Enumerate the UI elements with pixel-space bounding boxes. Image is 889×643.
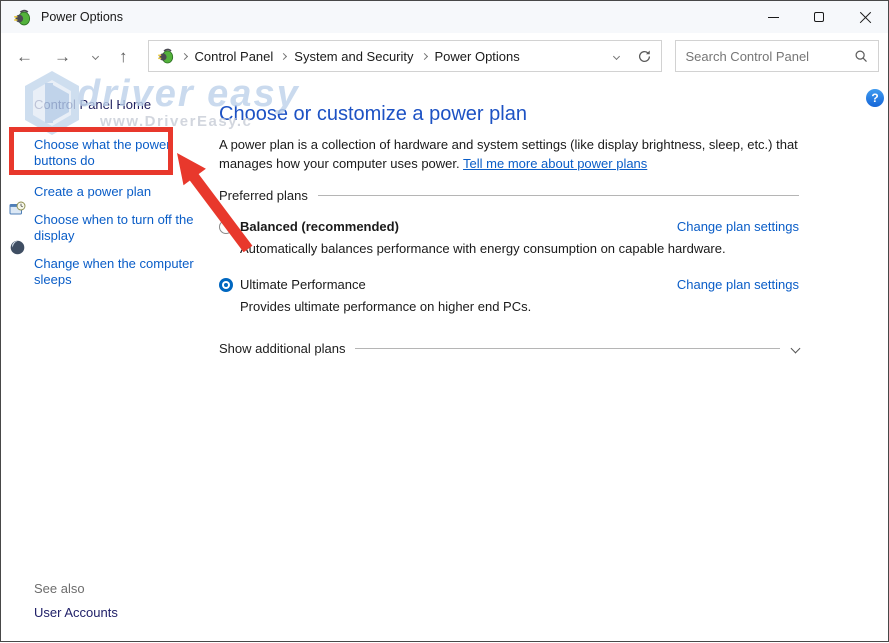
back-button[interactable]: ← <box>16 48 33 65</box>
maximize-icon <box>814 12 824 22</box>
navigation-bar: ← → ↑ Control Panel System and Security … <box>1 33 888 79</box>
sidebar-item-control-panel-home[interactable]: Control Panel Home <box>34 97 219 112</box>
main-panel: Choose or customize a power plan A power… <box>219 79 799 643</box>
sidebar-item-choose-power-buttons[interactable]: Choose what the power buttons do <box>34 137 179 169</box>
up-button[interactable]: ↑ <box>119 48 128 65</box>
tell-me-more-link[interactable]: Tell me more about power plans <box>463 156 647 171</box>
close-icon <box>859 11 872 24</box>
plan-description-ultimate-performance: Provides ultimate performance on higher … <box>240 299 799 314</box>
plan-row-balanced: Balanced (recommended) Change plan setti… <box>219 219 799 256</box>
preferred-plans-header: Preferred plans <box>219 188 799 203</box>
question-mark-icon: ? <box>871 91 878 105</box>
divider <box>318 195 799 196</box>
sidebar-item-create-power-plan[interactable]: Create a power plan <box>34 184 219 200</box>
title-bar: Power Options <box>1 1 888 33</box>
breadcrumb-system-and-security[interactable]: System and Security <box>294 49 413 64</box>
breadcrumb-separator-icon <box>420 52 427 59</box>
search-input[interactable] <box>686 49 854 64</box>
preferred-plans-label: Preferred plans <box>219 188 308 203</box>
window-controls <box>750 1 888 33</box>
show-additional-plans-label[interactable]: Show additional plans <box>219 341 345 356</box>
content-area: Control Panel Home Choose what the power… <box>1 79 888 643</box>
help-button[interactable]: ? <box>866 89 884 107</box>
plan-description-balanced: Automatically balances performance with … <box>240 241 799 256</box>
breadcrumb-control-panel[interactable]: Control Panel <box>195 49 274 64</box>
close-button[interactable] <box>842 1 888 33</box>
ultimate-performance-radio[interactable] <box>219 278 233 292</box>
power-options-icon <box>14 9 31 26</box>
sidebar: Control Panel Home Choose what the power… <box>1 79 219 643</box>
maximize-button[interactable] <box>796 1 842 33</box>
divider <box>355 348 780 349</box>
sidebar-item-user-accounts[interactable]: User Accounts <box>34 605 118 620</box>
plan-name-ultimate-performance[interactable]: Ultimate Performance <box>240 277 366 292</box>
sidebar-item-change-computer-sleeps[interactable]: Change when the computer sleeps <box>34 256 204 288</box>
page-title: Choose or customize a power plan <box>219 103 799 126</box>
breadcrumb-separator-icon <box>180 52 187 59</box>
forward-button[interactable]: → <box>54 48 71 65</box>
intro-paragraph: A power plan is a collection of hardware… <box>219 135 801 173</box>
plan-name-balanced[interactable]: Balanced (recommended) <box>240 219 399 234</box>
chevron-down-icon[interactable] <box>791 344 801 354</box>
search-box <box>675 40 879 72</box>
change-plan-settings-ultimate-link[interactable]: Change plan settings <box>677 277 799 292</box>
change-plan-settings-balanced-link[interactable]: Change plan settings <box>677 219 799 234</box>
breadcrumb-power-options[interactable]: Power Options <box>435 49 520 64</box>
minimize-button[interactable] <box>750 1 796 33</box>
power-options-icon-small <box>158 48 174 64</box>
show-additional-plans-row[interactable]: Show additional plans <box>219 341 799 356</box>
sidebar-item-turn-off-display[interactable]: Choose when to turn off the display <box>34 212 204 244</box>
breadcrumb-separator-icon <box>280 52 287 59</box>
plans-list: Balanced (recommended) Change plan setti… <box>219 219 799 314</box>
see-also-heading: See also <box>34 581 85 596</box>
plan-row-ultimate-performance: Ultimate Performance Change plan setting… <box>219 277 799 314</box>
window-title: Power Options <box>41 10 123 24</box>
search-icon[interactable] <box>854 49 868 63</box>
power-options-window: { "window": { "title": "Power Options" }… <box>0 0 889 642</box>
display-turn-off-icon <box>9 201 26 218</box>
address-bar[interactable]: Control Panel System and Security Power … <box>148 40 662 72</box>
address-dropdown-icon[interactable] <box>612 52 619 59</box>
computer-sleep-icon <box>9 239 26 256</box>
minimize-icon <box>768 17 779 18</box>
refresh-icon[interactable] <box>637 49 652 64</box>
recent-locations-dropdown[interactable] <box>92 52 99 59</box>
balanced-radio[interactable] <box>219 220 233 234</box>
